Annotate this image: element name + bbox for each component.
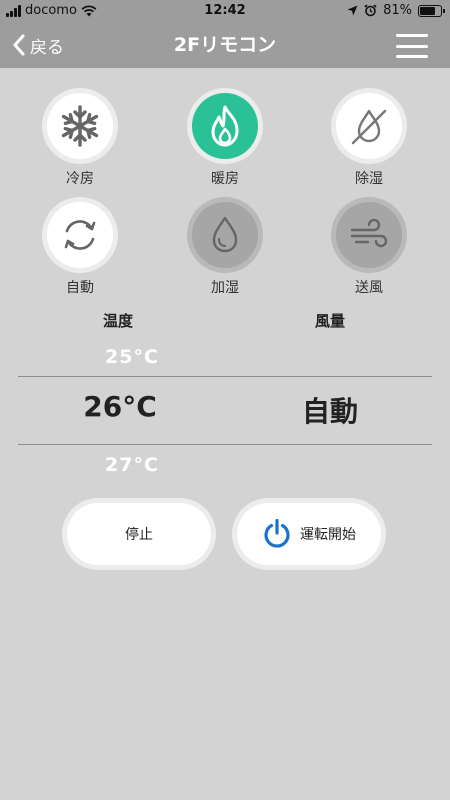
page-title: 2Fリモコン [173,34,277,56]
start-button-face: 運転開始 [237,503,381,565]
mode-circle [336,93,402,159]
mode-label: 加湿 [211,280,239,296]
wind-icon [350,218,388,248]
temperature-label: 温度 [102,312,133,330]
mode-label: 暖房 [211,171,239,187]
mode-ring [187,88,263,164]
mode-label: 送風 [355,280,383,296]
refresh-icon [64,220,96,250]
start-button[interactable]: 運転開始 [232,498,386,570]
battery-icon [418,4,445,17]
alarm-clock-icon [364,4,377,17]
status-right: 81% [347,3,445,18]
mode-ring [187,197,263,273]
mode-ring [331,197,407,273]
fan-label: 風量 [314,312,345,330]
drop-icon [212,216,238,253]
back-button[interactable]: 戻る [12,22,64,68]
picker-divider-top [18,376,432,377]
mode-label: 除湿 [355,171,383,187]
mode-dehumidify-button[interactable]: 除湿 [309,88,429,188]
mode-ring [331,88,407,164]
stop-label: 停止 [125,527,153,543]
mode-circle [47,202,113,268]
mode-circle [47,93,113,159]
mode-fan-button[interactable]: 送風 [309,197,429,297]
mode-label: 冷房 [66,171,94,187]
status-bar: docomo 12:42 81% [0,0,450,22]
fan-value[interactable]: 自動 [230,390,430,430]
flame-icon [211,105,239,147]
menu-icon[interactable] [396,34,428,58]
mode-label: 自動 [66,280,94,296]
power-icon [264,518,290,548]
chevron-left-icon [13,34,25,56]
location-arrow-icon [347,5,358,16]
nav-bar: 戻る 2Fリモコン [0,22,450,68]
mode-ring [42,197,118,273]
back-label: 戻る [30,37,64,58]
temperature-prev[interactable]: 25°C [72,346,192,368]
mode-circle [192,202,258,268]
stop-button[interactable]: 停止 [62,498,216,570]
stop-button-face: 停止 [67,503,211,565]
temperature-value[interactable]: 26°C [20,390,220,423]
mode-circle [336,202,402,268]
no-drop-icon [351,109,387,145]
temperature-next[interactable]: 27°C [72,454,192,476]
mode-ring [42,88,118,164]
snowflake-icon [61,105,99,147]
mode-auto-button[interactable]: 自動 [20,197,140,297]
mode-heating-button[interactable]: 暖房 [165,88,285,188]
mode-humidify-button[interactable]: 加湿 [165,197,285,297]
battery-level [420,6,435,15]
mode-circle [192,93,258,159]
mode-cooling-button[interactable]: 冷房 [20,88,140,188]
start-label: 運転開始 [300,527,356,543]
battery-percent: 81% [383,3,412,18]
picker-divider-bottom [18,444,432,445]
